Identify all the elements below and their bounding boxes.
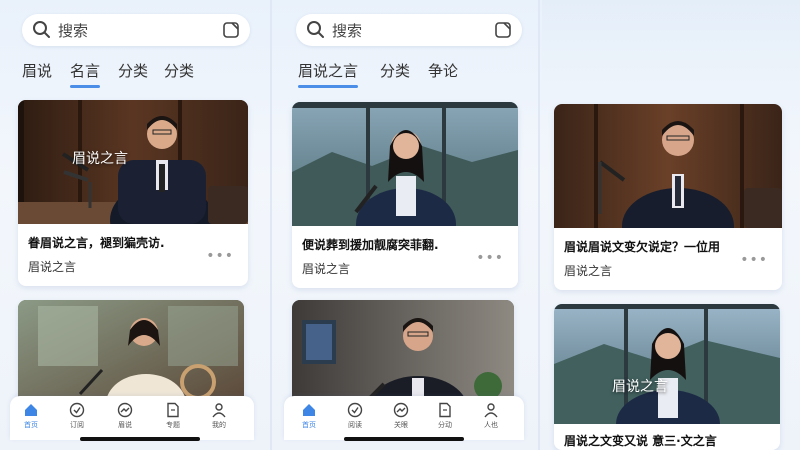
video-thumbnail: 眉说之言 — [18, 100, 248, 224]
tabbar-label: 眉说 — [118, 421, 132, 429]
thumbnail-title: 眉说之言 — [612, 379, 668, 395]
screen-2: 搜索 眉说之言 分类 争论 便说葬到援加靓腐突菲翻. 眉说之言 ••• 首页 阅… — [274, 0, 536, 450]
tabbar-home[interactable]: 首页 — [294, 402, 324, 430]
search-bar[interactable]: 搜索 — [296, 14, 522, 46]
video-card[interactable] — [292, 300, 514, 410]
bottom-tab-bar: 首页 订阅 眉说 专题 我的 — [10, 396, 254, 440]
screen-3: 眉说眉说文变欠说定？一位用 眉说之言 ••• 眉说之言 眉说之文变又说 意三·文… — [542, 0, 800, 450]
tab-zhenglun[interactable]: 争论 — [428, 60, 458, 81]
video-card[interactable]: 眉说眉说文变欠说定？一位用 眉说之言 ••• — [554, 104, 782, 290]
card-title: 眉说眉说文变欠说定？一位用 — [564, 240, 721, 254]
tabbar-topic[interactable]: 专题 — [158, 402, 188, 430]
tabbar-label: 关眼 — [394, 421, 408, 429]
tabbar-home[interactable]: 首页 — [16, 402, 46, 430]
video-thumbnail — [554, 104, 782, 228]
tab-fenlei[interactable]: 分类 — [380, 60, 410, 81]
search-input[interactable]: 搜索 — [58, 20, 88, 41]
card-title: 眉说之文变又说 意三·文之言 — [564, 434, 717, 448]
card-author: 眉说之言 — [564, 264, 613, 278]
document-icon — [167, 402, 179, 418]
user-icon — [212, 403, 226, 418]
scan-icon[interactable] — [222, 21, 240, 39]
check-circle-icon — [69, 402, 85, 418]
bottom-tab-bar: 首页 阅读 关眼 分动 人也 — [284, 396, 524, 440]
home-indicator — [344, 437, 464, 441]
category-tabs: 眉说 名言 分类 分类 — [22, 60, 242, 90]
trend-circle-icon — [393, 402, 409, 418]
search-icon — [307, 21, 324, 38]
divider — [270, 0, 272, 450]
scan-icon[interactable] — [494, 21, 512, 39]
video-card[interactable]: 眉说之言 眉说之文变又说 意三·文之言 — [554, 304, 780, 450]
user-icon — [484, 403, 498, 418]
video-thumbnail — [292, 102, 518, 226]
tab-fenlei[interactable]: 分类 — [118, 60, 148, 81]
tabbar-profile[interactable]: 人也 — [476, 402, 506, 430]
divider — [538, 0, 540, 450]
search-input[interactable]: 搜索 — [332, 20, 362, 41]
thumbnail-title: 眉说之言 — [72, 151, 128, 167]
video-thumbnail — [292, 300, 514, 410]
category-tabs: 眉说之言 分类 争论 — [296, 60, 516, 90]
tabbar-label: 首页 — [302, 421, 316, 429]
video-card[interactable]: 便说葬到援加靓腐突菲翻. 眉说之言 ••• — [292, 102, 518, 288]
tabbar-label: 阅读 — [348, 421, 362, 429]
video-card[interactable]: 眉说之言 眷眉说之言，褪到猵壳访. 眉说之言 ••• — [18, 100, 248, 286]
home-indicator — [80, 437, 200, 441]
tabbar-label: 订阅 — [70, 421, 84, 429]
tabbar-subscribe[interactable]: 订阅 — [62, 402, 92, 430]
card-title: 眷眉说之言，褪到猵壳访. — [28, 236, 165, 250]
header-blank — [542, 0, 800, 90]
search-bar[interactable]: 搜索 — [22, 14, 250, 46]
tab-meishuo[interactable]: 眉说 — [22, 60, 52, 81]
tabbar-share[interactable]: 分动 — [430, 402, 460, 430]
more-icon[interactable]: ••• — [740, 252, 768, 268]
video-thumbnail: 眉说之言 — [554, 304, 780, 424]
card-author: 眉说之言 — [302, 262, 351, 276]
tabbar-read[interactable]: 阅读 — [340, 402, 370, 430]
check-circle-icon — [347, 402, 363, 418]
tabbar-follow[interactable]: 关眼 — [386, 402, 416, 430]
video-thumbnail — [18, 300, 244, 410]
tabbar-label: 人也 — [484, 421, 498, 429]
tabbar-label: 我的 — [212, 421, 226, 429]
trend-circle-icon — [117, 402, 133, 418]
video-card[interactable] — [18, 300, 244, 410]
home-icon — [25, 404, 37, 416]
card-author: 眉说之言 — [28, 260, 77, 274]
tab-mingyan[interactable]: 名言 — [70, 60, 101, 88]
home-icon — [303, 404, 315, 416]
tabbar-label: 分动 — [438, 421, 452, 429]
more-icon[interactable]: ••• — [476, 250, 504, 266]
more-icon[interactable]: ••• — [206, 248, 234, 264]
screen-1: 搜索 眉说 名言 分类 分类 眉说之言 眷眉说之言，褪到猵壳访. 眉说之言 ••… — [0, 0, 268, 450]
search-icon — [33, 21, 50, 38]
tab-fenlei-2[interactable]: 分类 — [164, 60, 194, 81]
tabbar-label: 首页 — [24, 421, 38, 429]
tabbar-label: 专题 — [166, 421, 180, 429]
tabbar-meishuo[interactable]: 眉说 — [110, 402, 140, 430]
document-icon — [439, 402, 451, 418]
tabbar-profile[interactable]: 我的 — [204, 402, 234, 430]
tab-meishuozhiyan[interactable]: 眉说之言 — [298, 60, 359, 88]
